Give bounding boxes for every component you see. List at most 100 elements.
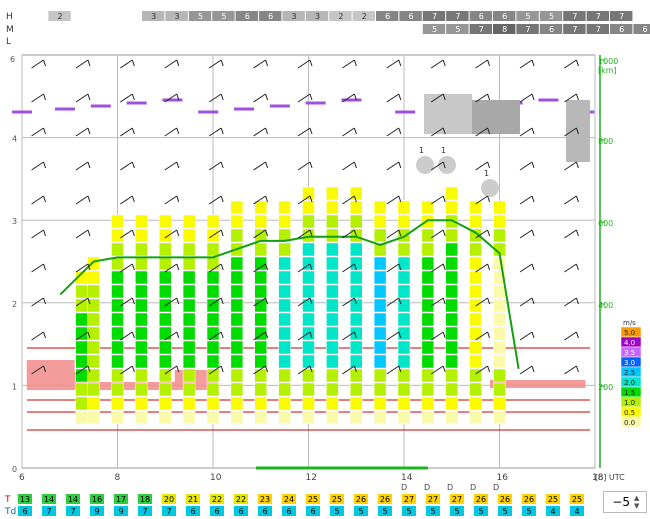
wind-barb-flag xyxy=(487,331,491,339)
wind-barb-flag xyxy=(487,161,491,169)
wind-barb xyxy=(519,59,533,69)
wind-barb-flag xyxy=(531,331,535,339)
thermal-cell xyxy=(469,326,482,341)
thermal-cell xyxy=(302,354,315,369)
dewpoint-value: 6 xyxy=(286,507,291,516)
cloud-block xyxy=(566,100,590,162)
cloud-cell-value: 7 xyxy=(526,25,531,34)
thermal-cell xyxy=(397,410,411,425)
wind-barb xyxy=(386,127,400,137)
cloud-cell-value: 6 xyxy=(409,12,414,21)
temp-value: 27 xyxy=(404,495,414,504)
thermal-cell xyxy=(493,396,506,411)
thermal-cell xyxy=(421,340,435,355)
thermal-cell xyxy=(469,270,482,285)
dewpoint-value: 5 xyxy=(358,507,363,516)
dewpoint-value: 5 xyxy=(406,507,411,516)
thermal-cell xyxy=(445,186,458,201)
wind-barb xyxy=(164,59,178,69)
wind-barb-flag xyxy=(87,229,91,237)
right-axis-label: 400 xyxy=(598,301,613,310)
spinner-up-icon[interactable]: ▲ xyxy=(634,494,644,502)
thermal-cell xyxy=(350,214,363,229)
cloud-block xyxy=(472,100,520,134)
thermal-cell xyxy=(397,312,411,327)
thermal-cell xyxy=(445,298,458,313)
wind-barb xyxy=(208,59,222,69)
thermal-cell xyxy=(493,214,506,229)
thermal-cell xyxy=(397,382,411,397)
thermal-cell xyxy=(445,228,458,243)
thermal-cell xyxy=(445,270,458,285)
thermal-cell xyxy=(302,382,315,397)
wind-barb-flag xyxy=(131,195,135,203)
wind-barb-flag xyxy=(87,195,91,203)
chart-canvas: 2 3 3 5 5 6 6 3 3 2 2 6 6 7 7 6 6 5 5 7 7 75 5 7 8 7 6 7 7 6 6HML01234… xyxy=(4,11,650,517)
x-axis-tick: 12 xyxy=(306,473,317,483)
temp-value: 18 xyxy=(140,495,150,504)
wind-barb-flag xyxy=(531,365,535,373)
dewpoint-value: 5 xyxy=(430,507,435,516)
wind-barb-flag xyxy=(487,59,491,67)
temp-value: 25 xyxy=(308,495,318,504)
wind-barb-flag xyxy=(87,59,91,67)
cloud-cell-value: 5 xyxy=(549,12,554,21)
wind-barb-flag xyxy=(87,161,91,169)
thermal-cell xyxy=(469,200,482,215)
thermal-cell xyxy=(397,214,411,229)
cloud-cell-value: 3 xyxy=(151,12,156,21)
thermal-cell xyxy=(254,284,267,299)
thermal-cell xyxy=(254,368,267,383)
wind-barb xyxy=(75,59,89,69)
wind-barb xyxy=(386,93,400,103)
thermal-cell xyxy=(445,354,458,369)
thermal-cell xyxy=(230,326,244,341)
cloud-cell-value: 7 xyxy=(432,12,437,21)
temp-value: 16 xyxy=(92,495,102,504)
time-offset-spinner[interactable]: −5 ▲ ▼ xyxy=(603,491,647,513)
thermal-cell xyxy=(373,298,387,313)
thermal-cell xyxy=(159,396,172,411)
thermal-cell xyxy=(421,410,435,425)
thermal-cell xyxy=(373,368,387,383)
wind-barb-flag xyxy=(398,93,402,101)
thermal-cell xyxy=(135,214,148,229)
wind-barb-flag xyxy=(43,195,47,203)
thermal-cell xyxy=(493,228,506,243)
wind-barb-flag xyxy=(575,229,579,237)
colorbar-label: 5.0 xyxy=(624,329,635,337)
thermal-cell xyxy=(373,410,387,425)
y-left-tick: 4 xyxy=(12,135,17,144)
spinner-down-icon[interactable]: ▼ xyxy=(634,502,644,510)
thermal-cell xyxy=(87,382,100,397)
wind-barb xyxy=(208,195,222,205)
thermal-cell xyxy=(75,410,88,425)
thermal-cell xyxy=(421,228,435,243)
cloud-block xyxy=(424,94,472,134)
thermal-cell xyxy=(469,242,482,257)
wind-barb xyxy=(75,195,89,205)
colorbar-label: 4.0 xyxy=(624,339,635,347)
thermal-cell xyxy=(469,340,482,355)
thermal-cell xyxy=(421,214,435,229)
spinner-arrows[interactable]: ▲ ▼ xyxy=(634,494,644,510)
thermal-cell xyxy=(469,214,482,229)
thermal-cell xyxy=(373,382,387,397)
thermal-cell xyxy=(493,326,506,341)
thermal-cell xyxy=(111,242,124,257)
thermal-cell xyxy=(75,354,88,369)
wind-barb-flag xyxy=(220,331,224,339)
wind-barb-flag xyxy=(575,365,579,373)
thermal-cell xyxy=(278,270,291,285)
cloud-cell-value: 7 xyxy=(455,12,460,21)
thermal-cell xyxy=(254,242,267,257)
wind-barb xyxy=(386,331,400,341)
wind-barb xyxy=(564,229,577,239)
thermal-cell xyxy=(75,312,88,327)
thermal-cell xyxy=(421,256,435,271)
wind-barb xyxy=(564,59,577,69)
wind-barb xyxy=(386,365,400,375)
thermal-cell xyxy=(230,368,244,383)
thermal-cell xyxy=(302,214,315,229)
wind-barb xyxy=(519,93,533,103)
